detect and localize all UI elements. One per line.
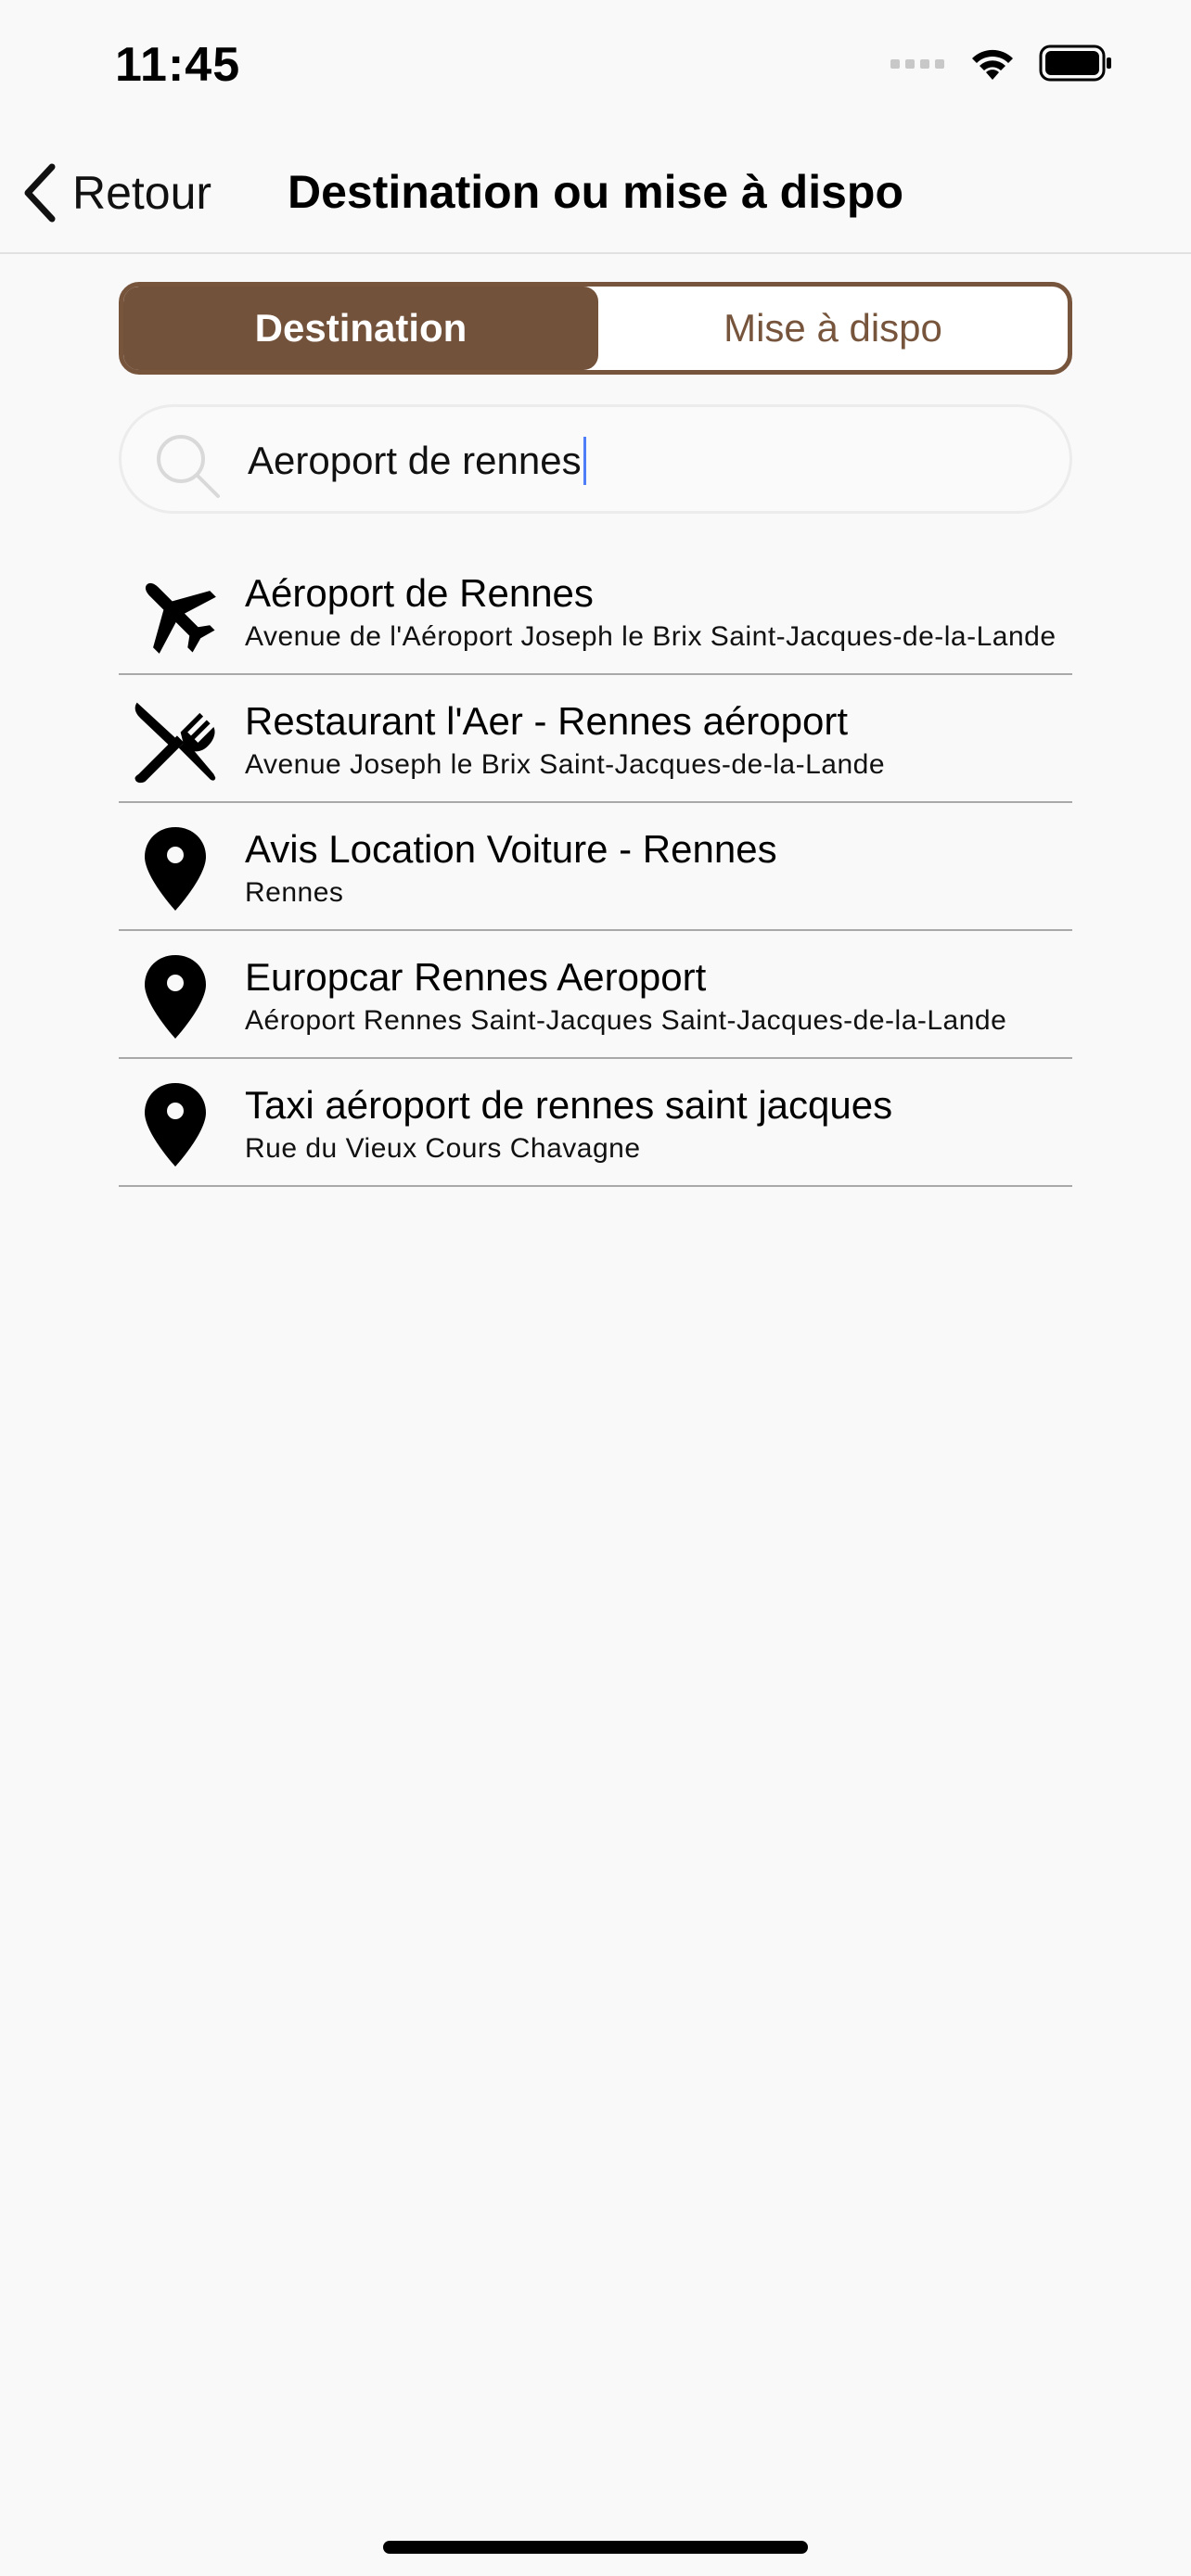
result-subtitle: Avenue de l'Aéroport Joseph le Brix Sain… (245, 621, 1057, 652)
map-pin-icon (132, 1081, 219, 1168)
search-icon (157, 435, 220, 498)
result-subtitle: Aéroport Rennes Saint-Jacques Saint-Jacq… (245, 1005, 1007, 1036)
chevron-left-icon (24, 163, 56, 223)
signal-icon (890, 59, 944, 69)
result-subtitle: Rennes (245, 877, 344, 908)
result-title: Avis Location Voiture - Rennes (245, 827, 777, 871)
list-item[interactable]: Restaurant l'Aer - Rennes aéroport Avenu… (119, 675, 1072, 803)
list-item[interactable]: Avis Location Voiture - Rennes Rennes (119, 803, 1072, 931)
segment-destination[interactable]: Destination (123, 287, 598, 370)
home-indicator[interactable] (383, 2541, 808, 2554)
text-caret (583, 437, 586, 485)
fork-knife-icon (132, 697, 219, 784)
map-pin-icon (132, 825, 219, 912)
results-list: Aéroport de Rennes Avenue de l'Aéroport … (119, 547, 1072, 1187)
result-title: Restaurant l'Aer - Rennes aéroport (245, 699, 849, 743)
status-icons (890, 45, 1113, 82)
search-input-value: Aeroport de rennes (248, 439, 582, 482)
status-time: 11:45 (115, 38, 241, 92)
page-title: Destination ou mise à dispo (288, 166, 903, 218)
nav-divider (0, 252, 1191, 254)
segment-mise-a-dispo[interactable]: Mise à dispo (598, 287, 1068, 370)
search-bar[interactable]: Aeroport de rennes (119, 404, 1072, 514)
result-subtitle: Avenue Joseph le Brix Saint-Jacques-de-l… (245, 749, 886, 780)
segmented-control: Destination Mise à dispo (119, 282, 1072, 375)
search-input[interactable]: Aeroport de rennes (248, 437, 586, 485)
screen: 11:45 Retour Destination ou mise à dispo… (0, 0, 1191, 2576)
list-item[interactable]: Aéroport de Rennes Avenue de l'Aéroport … (119, 547, 1072, 675)
map-pin-icon (132, 953, 219, 1040)
result-title: Aéroport de Rennes (245, 571, 594, 615)
battery-icon (1039, 45, 1111, 82)
result-subtitle: Rue du Vieux Cours Chavagne (245, 1133, 641, 1164)
result-title: Europcar Rennes Aeroport (245, 955, 707, 999)
list-item[interactable]: Taxi aéroport de rennes saint jacques Ru… (119, 1059, 1072, 1187)
airplane-icon (132, 569, 219, 657)
list-item[interactable]: Europcar Rennes Aeroport Aéroport Rennes… (119, 931, 1072, 1059)
back-button[interactable]: Retour (19, 159, 211, 226)
wifi-icon (972, 49, 1013, 80)
result-title: Taxi aéroport de rennes saint jacques (245, 1083, 893, 1127)
